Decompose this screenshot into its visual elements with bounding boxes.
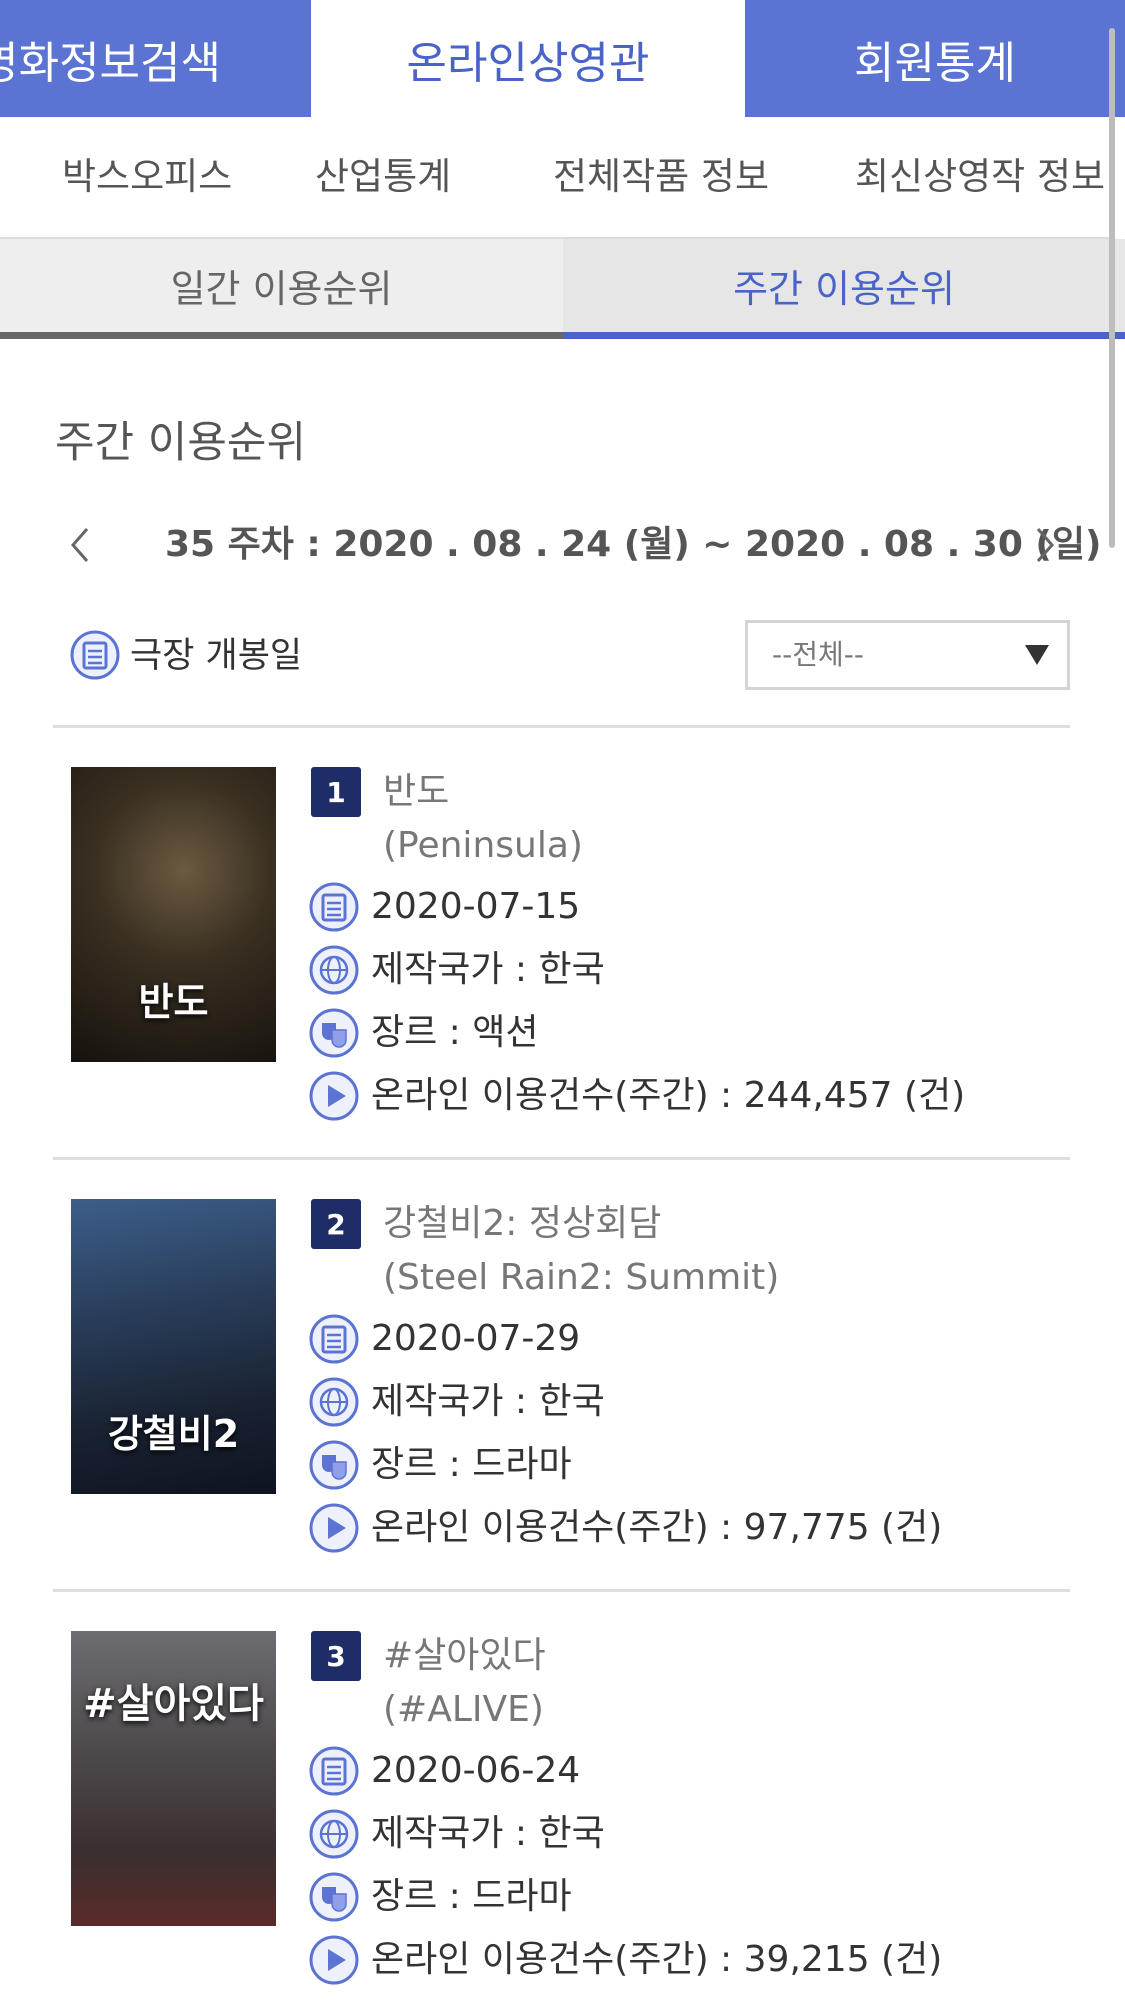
release-date: 2020-07-29	[371, 1318, 581, 1359]
movie-poster[interactable]: 반도	[71, 767, 276, 1062]
select-value: --전체--	[772, 638, 864, 671]
rank-tabs: 일간 이용순위 주간 이용순위	[0, 239, 1125, 339]
online-views: 온라인 이용건수(주간) : 39,215 (건)	[371, 1939, 943, 1980]
poster-title: 강철비2	[107, 1412, 240, 1456]
release-date-filter: 극장 개봉일 --전체--	[70, 620, 1070, 692]
calendar-icon	[70, 630, 120, 680]
play-icon	[309, 1071, 359, 1121]
rank-badge: 1	[311, 767, 361, 817]
globe-icon	[309, 1377, 359, 1427]
theater-masks-icon	[309, 1440, 359, 1490]
sub-nav: 박스오피스 산업통계 전체작품 정보 최신상영작 정보	[0, 117, 1110, 239]
movie-item[interactable]: 강철비2 2 강철비2: 정상회담 (Steel Rain2: Summit) …	[53, 1199, 1070, 1599]
genre: 장르 : 드라마	[371, 1444, 572, 1485]
play-icon	[309, 1935, 359, 1985]
play-icon	[309, 1503, 359, 1553]
genre: 장르 : 드라마	[371, 1876, 572, 1917]
sub-nav-latest-works[interactable]: 최신상영작 정보	[855, 117, 1105, 237]
tab-member-stats[interactable]: 회원통계	[745, 0, 1125, 117]
movie-title[interactable]: 반도	[383, 767, 449, 817]
tab-daily-ranking[interactable]: 일간 이용순위	[0, 239, 563, 339]
rank-badge: 2	[311, 1199, 361, 1249]
divider	[53, 725, 1070, 728]
release-date-select[interactable]: --전체--	[745, 620, 1070, 690]
tab-movie-info-search[interactable]: 영화정보검색	[0, 0, 311, 117]
calendar-icon	[309, 1746, 359, 1796]
caret-down-icon	[1025, 645, 1049, 665]
production-country: 제작국가 : 한국	[371, 949, 605, 990]
movie-english-title: (Steel Rain2: Summit)	[383, 1257, 780, 1298]
top-tab-bar: 영화정보검색 온라인상영관 회원통계	[0, 0, 1125, 117]
genre: 장르 : 액션	[371, 1012, 539, 1053]
page-title: 주간 이용순위	[55, 418, 307, 468]
poster-title: 반도	[138, 980, 209, 1024]
sub-nav-industry-stats[interactable]: 산업통계	[315, 117, 451, 237]
globe-icon	[309, 1809, 359, 1859]
movie-poster[interactable]: #살아있다	[71, 1631, 276, 1926]
movie-title[interactable]: 강철비2: 정상회담	[383, 1199, 661, 1249]
tab-online-theater[interactable]: 온라인상영관	[311, 0, 745, 117]
online-views: 온라인 이용건수(주간) : 244,457 (건)	[371, 1075, 966, 1116]
divider	[53, 1157, 1070, 1160]
tab-label: 영화정보검색	[0, 37, 221, 89]
production-country: 제작국가 : 한국	[371, 1813, 605, 1854]
movie-item[interactable]: 반도 1 반도 (Peninsula) 2020-07-15 제작국가 : 한국…	[53, 767, 1070, 1167]
globe-icon	[309, 945, 359, 995]
movie-english-title: (Peninsula)	[383, 825, 583, 866]
tab-weekly-ranking[interactable]: 주간 이용순위	[563, 239, 1125, 339]
tab-label: 온라인상영관	[406, 37, 650, 89]
movie-poster[interactable]: 강철비2	[71, 1199, 276, 1494]
tab-label: 회원통계	[854, 37, 1016, 89]
poster-title: #살아있다	[83, 1681, 264, 1727]
scrollbar[interactable]	[1109, 28, 1115, 548]
production-country: 제작국가 : 한국	[371, 1381, 605, 1422]
filter-label: 극장 개봉일	[130, 636, 303, 676]
divider	[53, 1589, 1070, 1592]
week-range-label: 35 주차 : 2020 . 08 . 24 (월) ~ 2020 . 08 .…	[165, 524, 1102, 565]
week-selector: 35 주차 : 2020 . 08 . 24 (월) ~ 2020 . 08 .…	[55, 510, 1101, 580]
calendar-icon	[309, 1314, 359, 1364]
chevron-right-icon[interactable]	[1020, 515, 1070, 575]
online-views: 온라인 이용건수(주간) : 97,775 (건)	[371, 1507, 943, 1548]
movie-english-title: (#ALIVE)	[383, 1689, 544, 1730]
sub-nav-all-works[interactable]: 전체작품 정보	[553, 117, 769, 237]
rank-badge: 3	[311, 1631, 361, 1681]
sub-nav-box-office[interactable]: 박스오피스	[62, 117, 232, 237]
theater-masks-icon	[309, 1008, 359, 1058]
calendar-icon	[309, 882, 359, 932]
movie-title[interactable]: #살아있다	[383, 1631, 546, 1681]
release-date: 2020-06-24	[371, 1750, 581, 1791]
release-date: 2020-07-15	[371, 886, 581, 927]
theater-masks-icon	[309, 1872, 359, 1922]
movie-item[interactable]: #살아있다 3 #살아있다 (#ALIVE) 2020-06-24 제작국가 :…	[53, 1631, 1070, 2009]
chevron-left-icon[interactable]	[55, 515, 105, 575]
